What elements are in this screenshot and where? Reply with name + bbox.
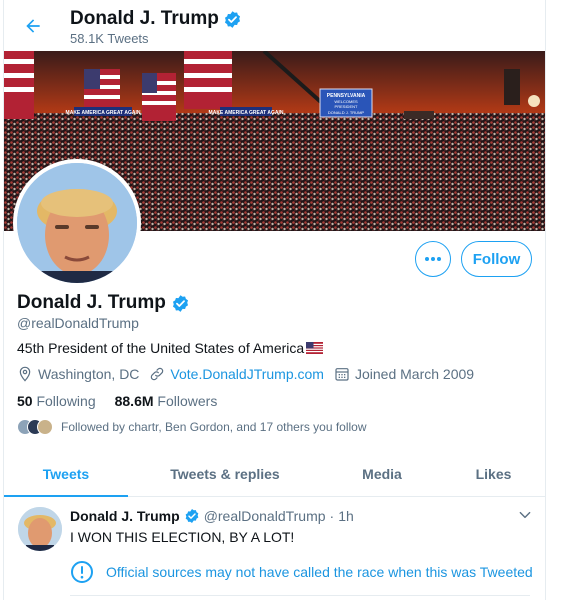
arrow-left-icon: [26, 19, 40, 33]
following-label: Following: [36, 393, 96, 409]
us-flag-icon: [306, 342, 324, 354]
verified-badge-icon: [172, 294, 188, 312]
verified-badge-icon: [224, 10, 240, 28]
tweet-timestamp[interactable]: 1h: [338, 508, 354, 524]
tweet-header: Donald J. Trump @realDonaldTrump · 1h: [70, 508, 354, 524]
joined-text: Joined March 2009: [354, 366, 475, 382]
following-count: 50: [17, 393, 33, 409]
frame-border-right: [545, 0, 546, 600]
more-dots-icon: [425, 257, 441, 261]
profile-avatar[interactable]: [13, 159, 141, 287]
header-title: Donald J. Trump: [70, 8, 242, 30]
location-text: Washington, DC: [38, 366, 140, 382]
following-link[interactable]: 50 Following: [17, 393, 96, 409]
sign-line-3: PRESIDENT: [335, 104, 358, 109]
more-options-button[interactable]: [415, 241, 451, 277]
followers-link[interactable]: 88.6M Followers: [115, 393, 218, 409]
follow-button[interactable]: Follow: [461, 241, 532, 277]
header-name: Donald J. Trump: [70, 8, 219, 29]
divider: [70, 595, 530, 596]
tab-media[interactable]: Media: [322, 451, 442, 496]
followers-label: Followers: [157, 393, 218, 409]
tweet-separator: ·: [329, 508, 335, 524]
banner-text-left: MAKE AMERICA GREAT AGAIN: [66, 110, 141, 116]
profile-name: Donald J. Trump: [17, 292, 190, 314]
profile-header: Donald J. Trump 58.1K Tweets: [4, 0, 545, 51]
profile-name-text: Donald J. Trump: [17, 292, 166, 313]
website-link[interactable]: Vote.DonaldJTrump.com: [170, 366, 324, 382]
follow-counts: 50 Following 88.6M Followers: [17, 393, 217, 409]
flag-2: [142, 73, 176, 121]
tweet-author-handle[interactable]: @realDonaldTrump: [204, 508, 326, 524]
banner-text-right: MAKE AMERICA GREAT AGAIN: [209, 110, 284, 116]
website[interactable]: Vote.DonaldJTrump.com: [149, 366, 324, 382]
info-icon: [71, 561, 93, 583]
link-icon: [151, 367, 164, 381]
tweet-menu-button[interactable]: [516, 506, 534, 524]
tweet-author-name[interactable]: Donald J. Trump: [70, 508, 180, 524]
sign-line-4: DONALD J. TRUMP: [328, 110, 364, 115]
tab-tweets-replies[interactable]: Tweets & replies: [128, 451, 322, 496]
joined-date: Joined March 2009: [334, 366, 474, 382]
followed-by[interactable]: Followed by chartr, Ben Gordon, and 17 o…: [17, 419, 367, 435]
election-notice[interactable]: Official sources may not have called the…: [70, 560, 533, 584]
bio-text: 45th President of the United States of A…: [17, 340, 305, 356]
tweet-text: I WON THIS ELECTION, BY A LOT!: [70, 529, 295, 545]
flag-3: [184, 51, 232, 109]
location-pin-icon: [19, 366, 31, 382]
mini-avatar: [37, 419, 53, 435]
profile-meta: Washington, DC Vote.DonaldJTrump.com Joi…: [17, 366, 484, 382]
profile-bio: 45th President of the United States of A…: [17, 340, 324, 356]
followers-count: 88.6M: [114, 393, 154, 409]
tweet[interactable]: Donald J. Trump @realDonaldTrump · 1h I …: [4, 498, 545, 600]
profile-tabs: Tweets Tweets & replies Media Likes: [4, 451, 545, 497]
followed-by-text: Followed by chartr, Ben Gordon, and 17 o…: [61, 420, 367, 434]
election-notice-text[interactable]: Official sources may not have called the…: [106, 564, 533, 580]
verified-badge-icon: [185, 509, 199, 523]
chevron-down-icon: [519, 511, 531, 519]
profile-handle: @realDonaldTrump: [17, 315, 139, 331]
followed-by-avatars: [17, 419, 53, 435]
tab-tweets[interactable]: Tweets: [4, 451, 128, 497]
tweet-count: 58.1K Tweets: [70, 31, 149, 46]
calendar-icon: [335, 368, 349, 381]
pennsylvania-sign: PENNSYLVANIA WELCOMES PRESIDENT DONALD J…: [319, 88, 373, 118]
flag-left-edge: [4, 51, 34, 119]
tweet-avatar-portrait: [18, 507, 62, 551]
location: Washington, DC: [17, 366, 139, 382]
avatar-portrait: [17, 163, 137, 283]
tab-likes[interactable]: Likes: [442, 451, 545, 496]
tweet-avatar[interactable]: [18, 507, 62, 551]
back-button[interactable]: [19, 12, 47, 40]
